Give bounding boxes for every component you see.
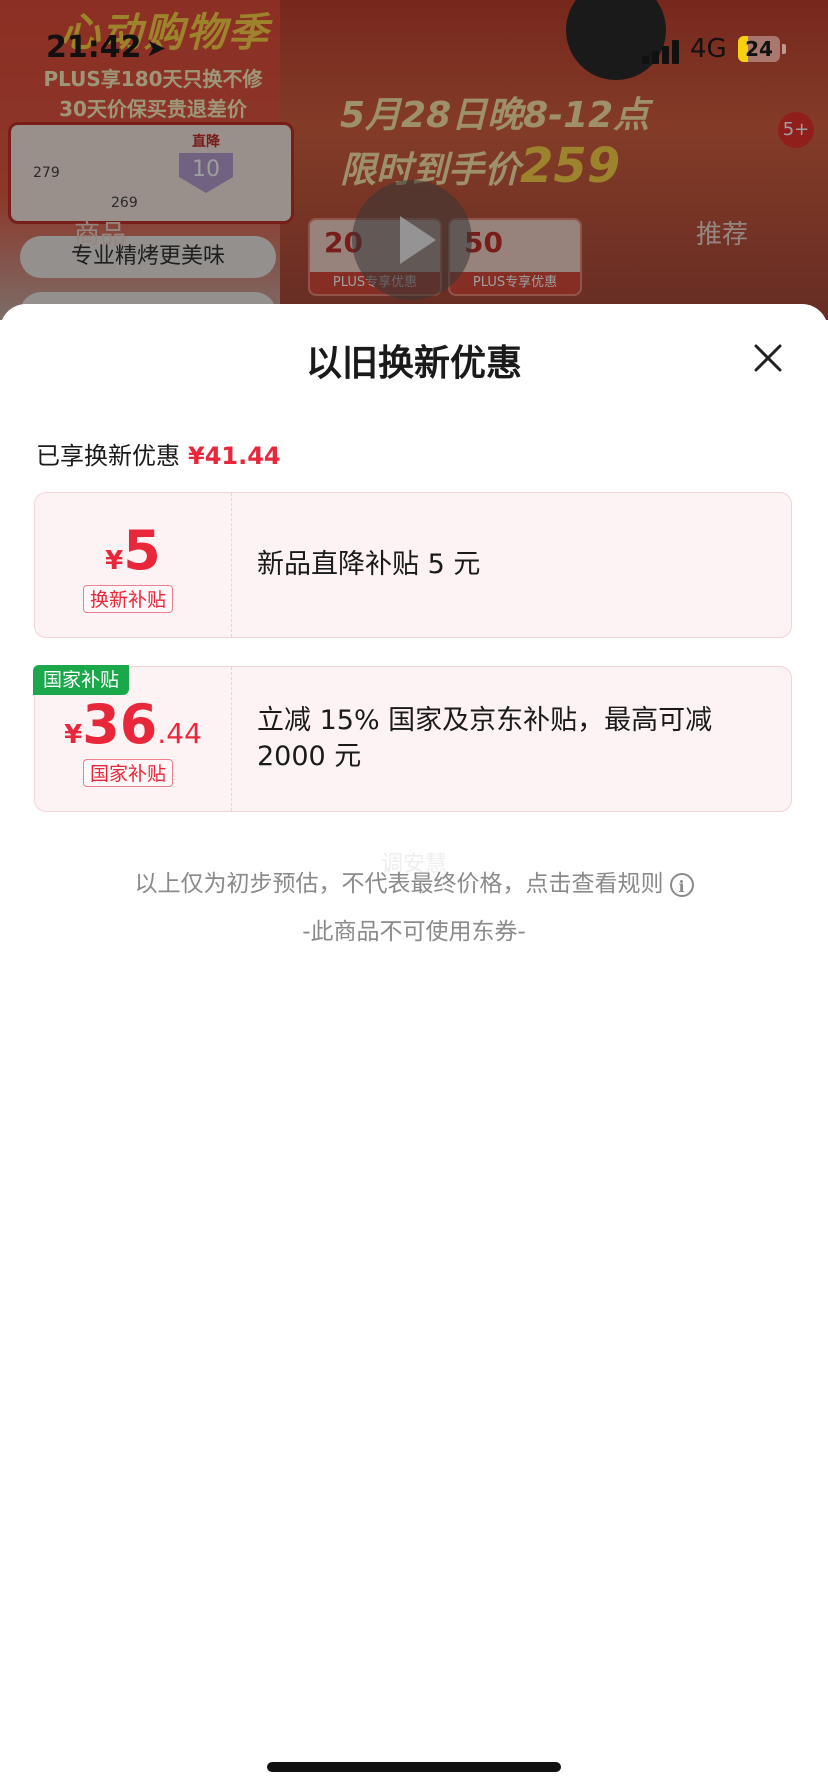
subsidy-price: ¥36.44	[35, 693, 231, 756]
close-button[interactable]	[746, 336, 790, 380]
subsidy-description: 立减 15% 国家及京东补贴，最高可减 2000 元	[257, 705, 713, 772]
status-time: 21:42	[46, 30, 142, 65]
disclaimer-text[interactable]: 以上仅为初步预估，不代表最终价格，点击查看规则	[135, 871, 664, 897]
network-type: 4G	[690, 34, 727, 64]
discount-summary: 已享换新优惠 ¥41.44	[36, 436, 281, 471]
summary-label: 已享换新优惠	[36, 442, 180, 470]
sheet-title: 以旧换新优惠	[305, 343, 522, 384]
battery-tip	[782, 44, 786, 54]
close-icon	[754, 344, 782, 372]
price-disclaimer-link[interactable]: 以上仅为初步预估，不代表最终价格，点击查看规则 i	[0, 864, 828, 898]
subsidy-card-national: ¥36.44 国家补贴 立减 15% 国家及京东补贴，最高可减 2000 元 国…	[33, 665, 792, 812]
location-arrow-icon: ➤	[146, 34, 167, 62]
status-bar: 21:42 ➤ 4G 24	[0, 0, 828, 100]
coupon-restriction-note: -此商品不可使用东券-	[302, 919, 526, 945]
subsidy-card-new-product: ¥5 换新补贴 新品直降补贴 5 元	[34, 492, 792, 638]
info-icon[interactable]: i	[669, 872, 694, 897]
subsidy-amount-panel: ¥5 换新补贴	[35, 493, 232, 637]
trade-in-offer-sheet: 以旧换新优惠 已享换新优惠 ¥41.44 ¥5 换新补贴 新品直降补贴 5 元 ¥…	[0, 304, 828, 1792]
battery-icon: 24	[738, 36, 780, 62]
subsidy-description: 新品直降补贴 5 元	[257, 549, 481, 580]
amount-integer: 5	[123, 519, 161, 582]
currency-symbol: ¥	[105, 546, 124, 576]
national-subsidy-badge: 国家补贴	[33, 665, 130, 695]
home-indicator[interactable]	[267, 1762, 561, 1772]
currency-symbol: ¥	[64, 720, 83, 750]
summary-amount: ¥41.44	[188, 442, 281, 470]
amount-integer: 36	[82, 693, 158, 756]
amount-decimal: .44	[157, 717, 202, 750]
cellular-signal-icon	[642, 40, 682, 64]
subsidy-price: ¥5	[35, 519, 231, 582]
subsidy-tag: 换新补贴	[83, 585, 174, 613]
battery-percent: 24	[745, 37, 773, 61]
subsidy-tag: 国家补贴	[83, 759, 174, 787]
